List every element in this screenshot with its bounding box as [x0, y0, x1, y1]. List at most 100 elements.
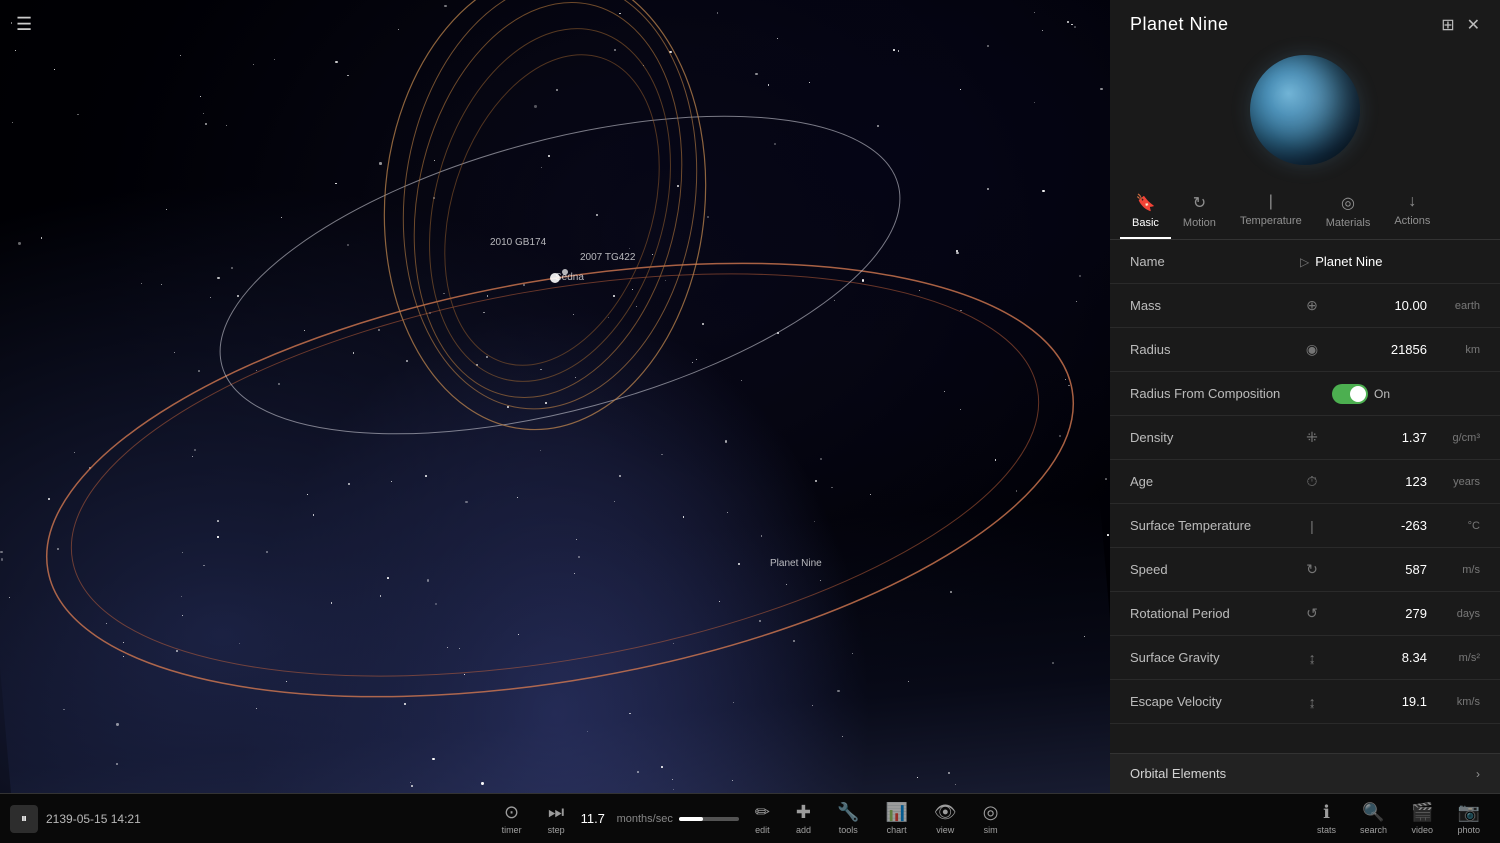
pause-button[interactable]: ⏸ [10, 805, 38, 833]
toggle-switch[interactable] [1332, 384, 1368, 404]
close-icon[interactable]: ✕ [1467, 15, 1480, 35]
prop-radius-unit: km [1435, 344, 1480, 356]
prop-rp-value: 279 [1332, 606, 1427, 621]
tab-motion[interactable]: ↻ Motion [1171, 185, 1228, 239]
prop-ev-unit: km/s [1435, 696, 1480, 708]
orbital-elements-section[interactable]: Orbital Elements › [1110, 753, 1500, 793]
prop-age-label: Age [1130, 474, 1300, 489]
prop-speed-unit: m/s [1435, 564, 1480, 576]
motion-icon: ↻ [1193, 193, 1206, 213]
toolbar-chart[interactable]: 📊 chart [875, 802, 917, 835]
edit-label: edit [755, 825, 770, 835]
view-label: view [936, 825, 954, 835]
pin-icon[interactable]: ⊞ [1441, 15, 1454, 35]
prop-mass-unit: earth [1435, 300, 1480, 312]
toolbar-video[interactable]: 🎬 video [1401, 802, 1443, 835]
prop-radius-composition[interactable]: Radius From Composition On [1110, 372, 1500, 416]
radius-icon: ◉ [1300, 341, 1324, 358]
planet-image [1250, 55, 1360, 165]
rfc-toggle[interactable]: On [1332, 384, 1390, 404]
prop-mass[interactable]: Mass ⊕ 10.00 earth [1110, 284, 1500, 328]
tab-materials-label: Materials [1326, 217, 1371, 229]
video-icon: 🎬 [1411, 802, 1433, 823]
orbital-elements-chevron: › [1476, 767, 1480, 781]
prop-st-value: -263 [1332, 518, 1427, 533]
prop-age[interactable]: Age ⏱ 123 years [1110, 460, 1500, 504]
tab-temperature-label: Temperature [1240, 215, 1302, 227]
stats-label: stats [1317, 825, 1336, 835]
tab-actions[interactable]: ↓ Actions [1382, 185, 1442, 239]
bottom-toolbar: ⏸ 2139-05-15 14:21 ⊙ timer ⏭ step 11.7 m… [0, 793, 1500, 843]
menu-button[interactable]: ☰ [16, 14, 32, 35]
prop-age-value: 123 [1332, 474, 1427, 489]
tab-materials[interactable]: ◎ Materials [1314, 185, 1383, 239]
step-icon: ⏭ [548, 802, 564, 823]
timer-icon: ⊙ [504, 802, 519, 823]
prop-rot-period[interactable]: Rotational Period ↺ 279 days [1110, 592, 1500, 636]
toolbar-timer[interactable]: ⊙ timer [492, 802, 532, 835]
toolbar-step[interactable]: ⏭ step [538, 802, 575, 835]
toolbar-view[interactable]: 👁 view [924, 802, 967, 835]
prop-density[interactable]: Density ⁜ 1.37 g/cm³ [1110, 416, 1500, 460]
tab-motion-label: Motion [1183, 217, 1216, 229]
prop-name-label: Name [1130, 254, 1300, 269]
prop-sg-unit: m/s² [1435, 652, 1480, 664]
toolbar-add[interactable]: ✚ add [786, 802, 821, 835]
prop-speed-value: 587 [1332, 562, 1427, 577]
prop-sg-value: 8.34 [1332, 650, 1427, 665]
panel-header-icons: ⊞ ✕ [1441, 15, 1480, 35]
toolbar-right: ℹ stats 🔍 search 🎬 video 📷 photo [1270, 802, 1490, 835]
tab-temperature[interactable]: | Temperature [1228, 185, 1314, 239]
toggle-label: On [1374, 387, 1390, 401]
mass-icon: ⊕ [1300, 297, 1324, 314]
toolbar-photo[interactable]: 📷 photo [1447, 802, 1490, 835]
toolbar-sim[interactable]: ◎ sim [973, 802, 1009, 835]
prop-density-label: Density [1130, 430, 1300, 445]
datetime-display: 2139-05-15 14:21 [46, 812, 141, 826]
prop-surface-temp[interactable]: Surface Temperature | -263 °C [1110, 504, 1500, 548]
prop-radius-label: Radius [1130, 342, 1300, 357]
prop-st-unit: °C [1435, 520, 1480, 532]
temperature-icon: | [1269, 193, 1273, 211]
prop-ev-value: 19.1 [1332, 694, 1427, 709]
toolbar-tools[interactable]: 🔧 tools [827, 802, 869, 835]
prop-rp-unit: days [1435, 608, 1480, 620]
toolbar-center: ⊙ timer ⏭ step 11.7 months/sec ✏ edit ✚ … [230, 802, 1270, 835]
timer-label: timer [502, 825, 522, 835]
sg-icon: ↨ [1300, 650, 1324, 666]
prop-radius[interactable]: Radius ◉ 21856 km [1110, 328, 1500, 372]
prop-radius-value: 21856 [1332, 342, 1427, 357]
tab-basic[interactable]: 🔖 Basic [1120, 185, 1171, 239]
prop-density-value: 1.37 [1332, 430, 1427, 445]
prop-rp-label: Rotational Period [1130, 606, 1300, 621]
search-icon: 🔍 [1362, 802, 1384, 823]
prop-st-label: Surface Temperature [1130, 518, 1300, 533]
prop-ev-label: Escape Velocity [1130, 694, 1300, 709]
properties-list: Name ▷ Planet Nine Mass ⊕ 10.00 earth Ra… [1110, 240, 1500, 753]
planet-image-container [1110, 45, 1500, 185]
speed-slider-fill [679, 817, 703, 821]
prop-name[interactable]: Name ▷ Planet Nine [1110, 240, 1500, 284]
toolbar-edit[interactable]: ✏ edit [745, 802, 780, 835]
name-edit-icon: ▷ [1300, 255, 1309, 269]
ev-icon: ↨ [1300, 694, 1324, 710]
prop-speed[interactable]: Speed ↻ 587 m/s [1110, 548, 1500, 592]
sim-icon: ◎ [983, 802, 999, 823]
photo-label: photo [1457, 825, 1480, 835]
prop-escape-velocity[interactable]: Escape Velocity ↨ 19.1 km/s [1110, 680, 1500, 724]
space-viewport[interactable]: ☰ 2010 GB174 2007 TG422 Sedna [0, 0, 1110, 793]
speed-slider[interactable] [679, 817, 739, 821]
tab-actions-label: Actions [1394, 215, 1430, 227]
toolbar-search[interactable]: 🔍 search [1350, 802, 1397, 835]
prop-surface-gravity[interactable]: Surface Gravity ↨ 8.34 m/s² [1110, 636, 1500, 680]
edit-icon: ✏ [755, 802, 770, 823]
add-label: add [796, 825, 811, 835]
right-panel: Planet Nine ⊞ ✕ 🔖 Basic ↻ Motion | Tempe… [1110, 0, 1500, 793]
photo-icon: 📷 [1458, 802, 1480, 823]
prop-name-value: Planet Nine [1315, 254, 1480, 269]
toolbar-stats[interactable]: ℹ stats [1307, 802, 1346, 835]
basic-icon: 🔖 [1135, 193, 1155, 213]
prop-density-unit: g/cm³ [1435, 432, 1480, 444]
rp-icon: ↺ [1300, 605, 1324, 622]
add-icon: ✚ [796, 802, 811, 823]
